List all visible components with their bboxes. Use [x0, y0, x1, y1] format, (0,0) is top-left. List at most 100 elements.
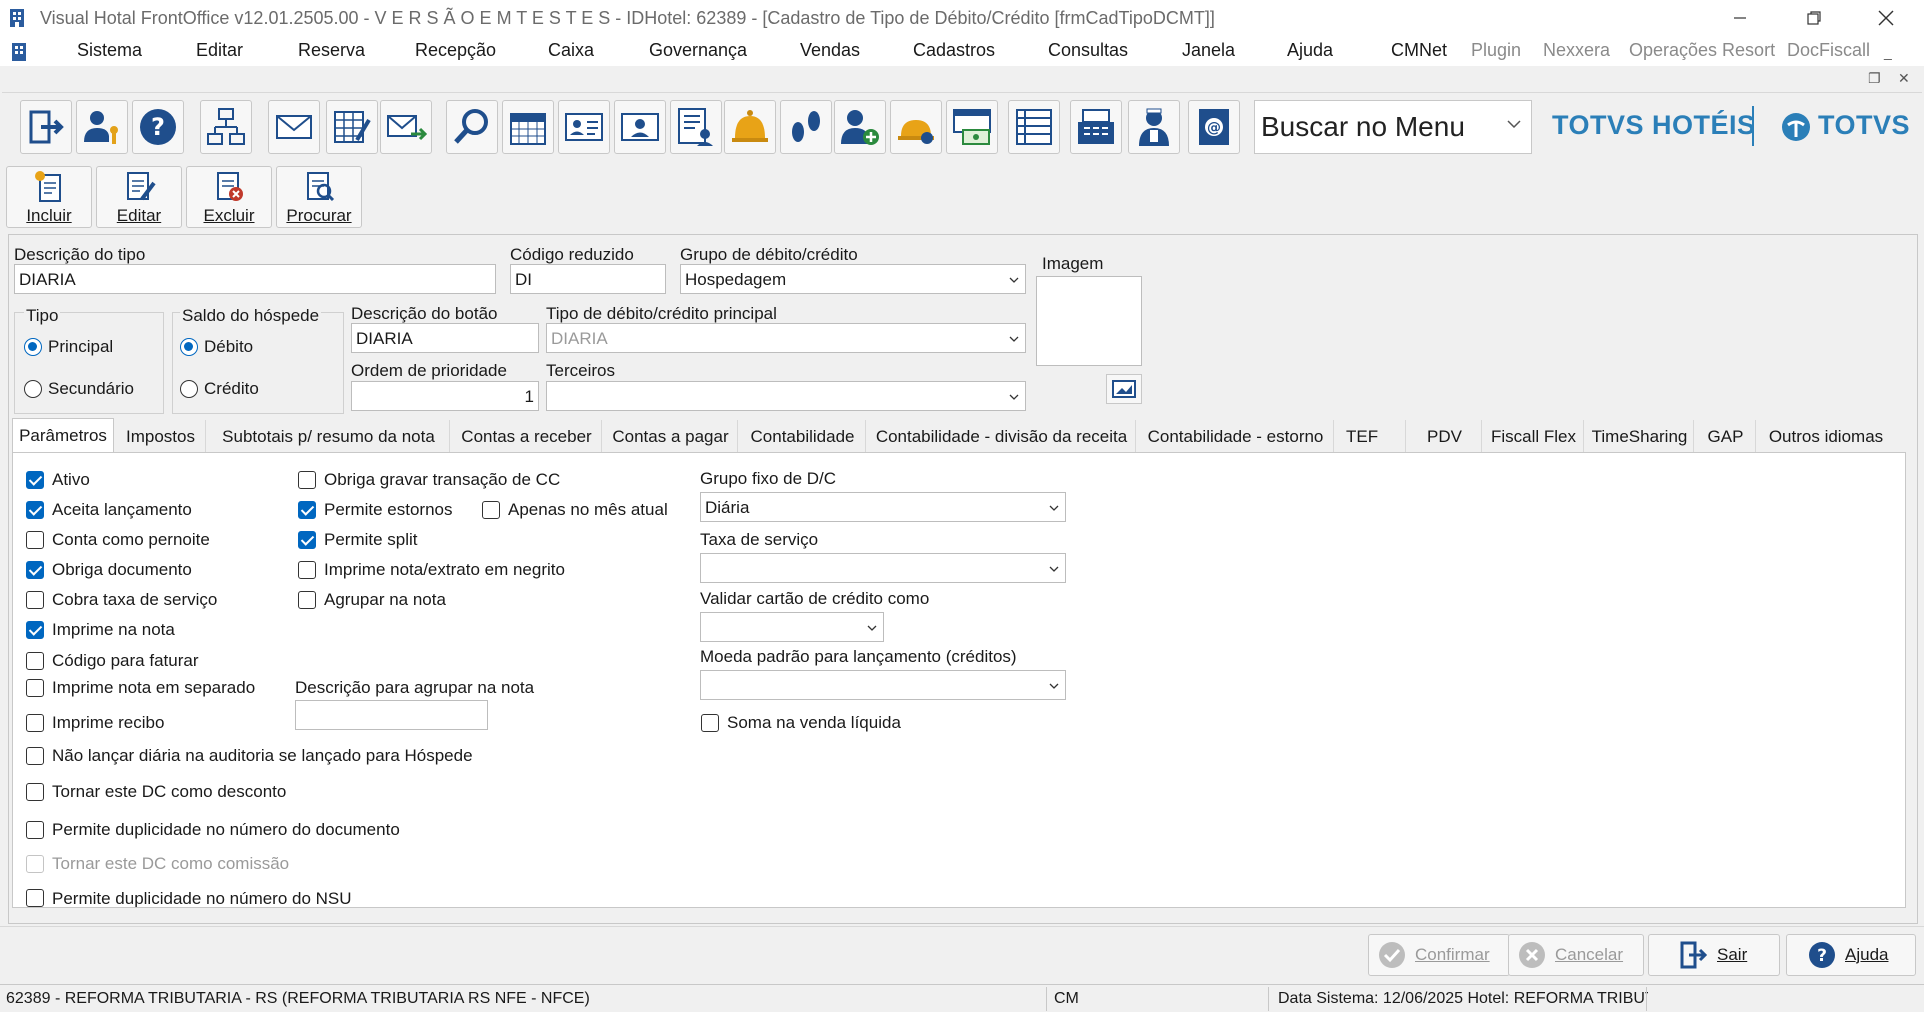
incluir-button[interactable]: Incluir — [6, 166, 92, 228]
calendar-button[interactable] — [502, 100, 554, 154]
tab-tef[interactable]: TEF — [1336, 420, 1406, 452]
menu-docfiscall[interactable]: DocFiscall — [1787, 40, 1870, 61]
mail-send-button[interactable] — [380, 100, 432, 154]
terceiros-select[interactable] — [546, 381, 1026, 411]
saldo-debito-radio[interactable]: Débito — [180, 337, 253, 357]
chk-conta-pernoite[interactable]: Conta como pernoite — [26, 530, 210, 550]
procurar-button[interactable]: Procurar — [276, 166, 362, 228]
grupo-select[interactable]: Hospedagem — [680, 264, 1026, 294]
chk-obriga-documento[interactable]: Obriga documento — [26, 560, 192, 580]
tipo-secundario-radio[interactable]: Secundário — [24, 379, 134, 399]
tab-contabilidade-estorno[interactable]: Contabilidade - estorno — [1138, 420, 1334, 452]
menu-janela[interactable]: Janela — [1182, 40, 1235, 61]
tab-timesharing[interactable]: TimeSharing — [1586, 420, 1694, 452]
menu-caixa[interactable]: Caixa — [548, 40, 594, 61]
chk-imprime-recibo[interactable]: Imprime recibo — [26, 713, 164, 733]
contact-email-button[interactable]: @ — [1188, 100, 1240, 154]
editar-button[interactable]: Editar — [96, 166, 182, 228]
tab-pdv[interactable]: PDV — [1408, 420, 1482, 452]
chk-cobra-taxa[interactable]: Cobra taxa de serviço — [26, 590, 217, 610]
select-image-button[interactable] — [1106, 374, 1142, 404]
exit-button[interactable] — [20, 100, 72, 154]
moeda-select[interactable] — [700, 670, 1066, 700]
mdi-minimize-icon[interactable]: _ — [1884, 44, 1892, 60]
menu-operacoes-resort[interactable]: Operações Resort — [1629, 40, 1775, 61]
chk-comissao[interactable]: Tornar este DC como comissão — [26, 854, 289, 874]
menu-consultas[interactable]: Consultas — [1048, 40, 1128, 61]
validar-cartao-select[interactable] — [700, 612, 884, 642]
menu-recepcao[interactable]: Recepção — [415, 40, 496, 61]
excluir-button[interactable]: Excluir — [186, 166, 272, 228]
tab-gap[interactable]: GAP — [1696, 420, 1756, 452]
id-card-button[interactable] — [558, 100, 610, 154]
tab-fiscall-flex[interactable]: Fiscall Flex — [1484, 420, 1584, 452]
mdi-close-icon[interactable]: ✕ — [1898, 70, 1910, 87]
menu-plugin[interactable]: Plugin — [1471, 40, 1521, 61]
add-user-button[interactable] — [834, 100, 886, 154]
tab-contas-receber[interactable]: Contas a receber — [452, 420, 602, 452]
menu-reserva[interactable]: Reserva — [298, 40, 365, 61]
chk-codigo-faturar[interactable]: Código para faturar — [26, 651, 198, 671]
tab-impostos[interactable]: Impostos — [116, 420, 206, 452]
tab-contabilidade-divisao[interactable]: Contabilidade - divisão da receita — [868, 420, 1136, 452]
saldo-credito-radio[interactable]: Crédito — [180, 379, 259, 399]
user-key-button[interactable] — [76, 100, 128, 154]
guest-card-button[interactable] — [614, 100, 666, 154]
menu-editar[interactable]: Editar — [196, 40, 243, 61]
chk-obriga-transacao-cc[interactable]: Obriga gravar transação de CC — [298, 470, 560, 490]
spreadsheet-button[interactable] — [326, 100, 378, 154]
cash-register-button[interactable] — [1070, 100, 1122, 154]
tipo-principal-dc-select[interactable]: DIARIA — [546, 323, 1026, 353]
menu-cmnet[interactable]: CMNet — [1391, 40, 1447, 61]
codigo-reduzido-input[interactable]: DI — [510, 264, 666, 294]
chk-imprime-negrito[interactable]: Imprime nota/extrato em negrito — [298, 560, 565, 580]
descricao-agrupar-input[interactable] — [295, 700, 488, 730]
sair-button[interactable]: Sair — [1648, 934, 1780, 976]
chk-ativo[interactable]: Ativo — [26, 470, 90, 490]
chk-aceita-lancamento[interactable]: Aceita lançamento — [26, 500, 192, 520]
chk-imprime-separado[interactable]: Imprime nota em separado — [26, 678, 255, 698]
chk-permite-estornos[interactable]: Permite estornos — [298, 500, 453, 520]
chk-apenas-mes-atual[interactable]: Apenas no mês atual — [482, 500, 668, 520]
footprints-button[interactable] — [780, 100, 832, 154]
menu-search-combo[interactable]: Buscar no Menu — [1254, 100, 1532, 154]
menu-governanca[interactable]: Governança — [649, 40, 747, 61]
ordem-prioridade-input[interactable]: 1 — [351, 381, 539, 411]
reception-bell-button[interactable] — [890, 100, 942, 154]
minimize-button[interactable] — [1710, 0, 1770, 36]
menu-ajuda[interactable]: Ajuda — [1287, 40, 1333, 61]
mail-button[interactable] — [268, 100, 320, 154]
tab-contas-pagar[interactable]: Contas a pagar — [604, 420, 738, 452]
menu-cadastros[interactable]: Cadastros — [913, 40, 995, 61]
tab-outros-idiomas[interactable]: Outros idiomas — [1758, 420, 1894, 452]
descricao-botao-input[interactable]: DIARIA — [351, 323, 539, 353]
ajuda-button[interactable]: ? Ajuda — [1786, 934, 1916, 976]
tab-parametros[interactable]: Parâmetros — [12, 418, 114, 454]
chk-permite-split[interactable]: Permite split — [298, 530, 418, 550]
tab-subtotais[interactable]: Subtotais p/ resumo da nota — [208, 420, 450, 452]
menu-sistema[interactable]: Sistema — [77, 40, 142, 61]
grupo-fixo-select[interactable]: Diária — [700, 492, 1066, 522]
mdi-restore-icon[interactable]: ❐ — [1868, 70, 1881, 87]
report-user-button[interactable] — [670, 100, 722, 154]
hotel-building-icon[interactable] — [10, 42, 28, 62]
imagem-preview[interactable] — [1036, 276, 1142, 366]
restore-button[interactable] — [1784, 0, 1844, 36]
bell-button[interactable] — [724, 100, 776, 154]
cancelar-button[interactable]: Cancelar — [1508, 934, 1644, 976]
search-button[interactable] — [446, 100, 498, 154]
network-button[interactable] — [200, 100, 252, 154]
cash-document-button[interactable] — [946, 100, 998, 154]
chk-duplicidade-documento[interactable]: Permite duplicidade no número do documen… — [26, 820, 400, 840]
confirmar-button[interactable]: Confirmar — [1368, 934, 1510, 976]
chk-duplicidade-nsu[interactable]: Permite duplicidade no número do NSU — [26, 889, 352, 907]
list-button[interactable] — [1008, 100, 1060, 154]
maid-button[interactable] — [1128, 100, 1180, 154]
descricao-tipo-input[interactable]: DIARIA — [14, 264, 496, 294]
taxa-servico-select[interactable] — [700, 553, 1066, 583]
menu-nexxera[interactable]: Nexxera — [1543, 40, 1610, 61]
chk-nao-lancar-diaria[interactable]: Não lançar diária na auditoria se lançad… — [26, 746, 473, 766]
chk-imprime-nota[interactable]: Imprime na nota — [26, 620, 175, 640]
close-button[interactable] — [1856, 0, 1916, 36]
tipo-principal-radio[interactable]: Principal — [24, 337, 113, 357]
